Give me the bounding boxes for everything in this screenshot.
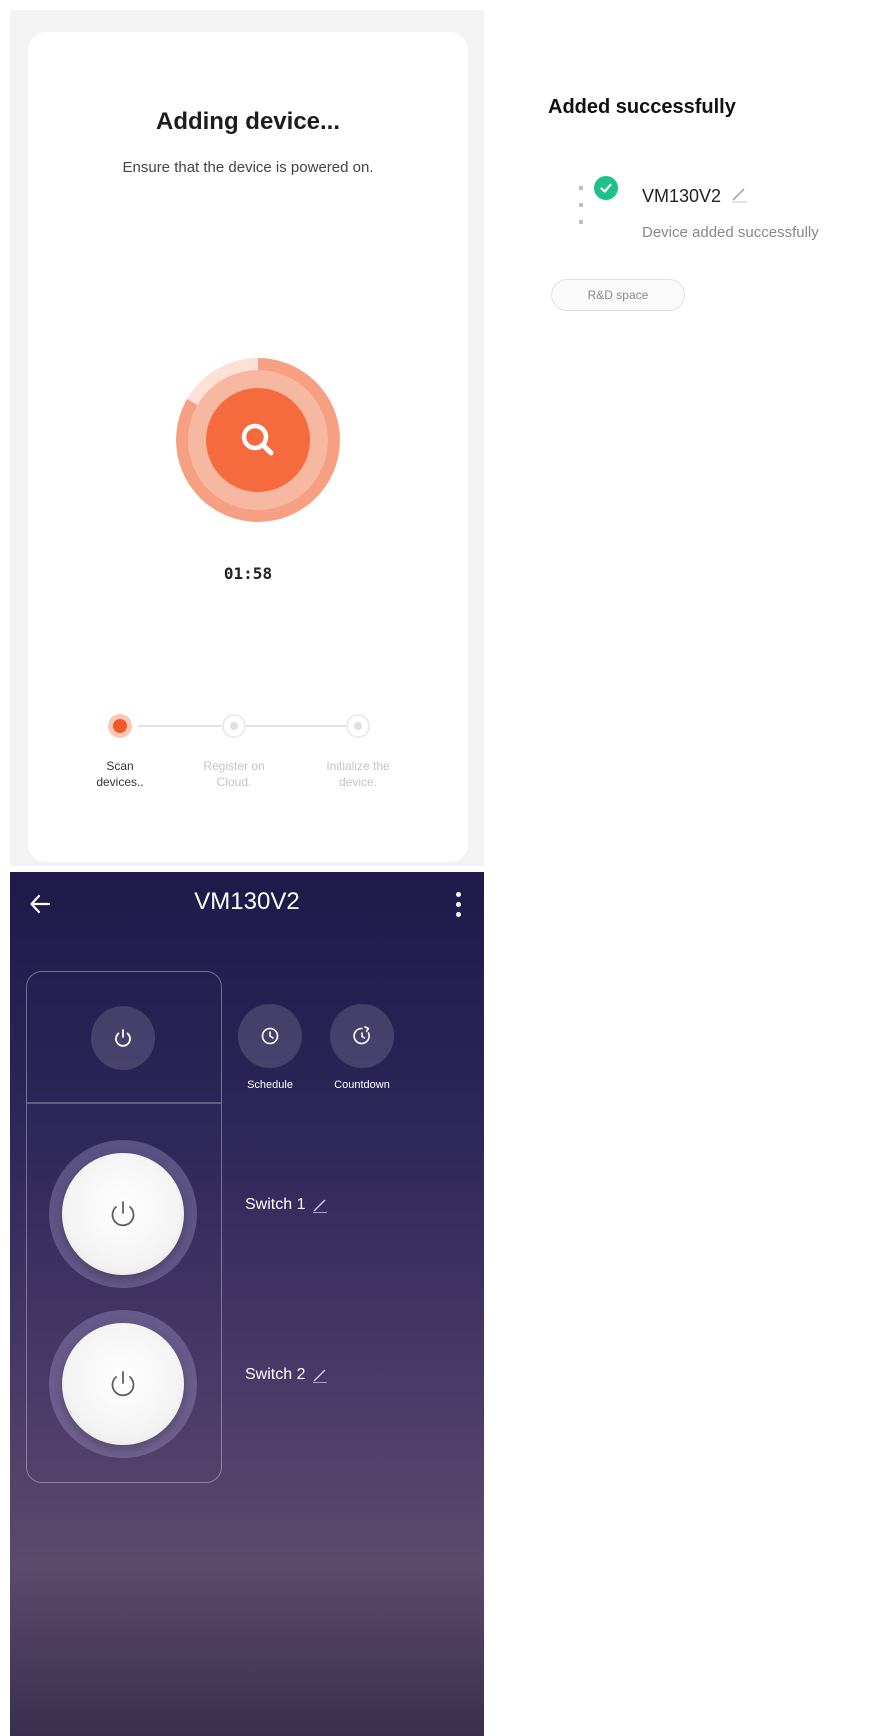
steps-connector [138,725,368,727]
step-initialize-indicator [346,714,370,738]
device-name: VM130V2 [642,186,722,206]
countdown-label: Countdown [334,1079,390,1091]
adding-device-screen: Adding device... Ensure that the device … [10,10,484,866]
schedule-button[interactable] [238,1004,302,1068]
switch-2-button[interactable] [49,1310,197,1458]
power-icon [111,1371,135,1397]
master-power-button[interactable] [91,1006,155,1070]
switch-2-label: Switch 2 [245,1366,306,1383]
device-control-screen: VM130V2 Schedule Countdown Switch 1 Swit… [10,872,484,1736]
switch-2-label-row[interactable]: Switch 2 [245,1366,329,1384]
room-chip[interactable]: R&D space [551,279,685,311]
countdown-timer: 01:58 [223,564,273,583]
switch-1-label-row[interactable]: Switch 1 [245,1196,329,1214]
power-icon [111,1201,135,1227]
pencil-icon [313,1369,328,1383]
step-register-label: Register on Cloud. [203,759,265,789]
countdown-icon [353,1026,370,1045]
step-scan-label: Scan devices.. [96,759,144,789]
switch-1-button[interactable] [49,1140,197,1288]
switch-1-label: Switch 1 [245,1196,306,1213]
scan-radar [176,358,340,522]
switch-panel [26,971,222,1483]
pencil-icon[interactable] [729,184,749,209]
step-scan-indicator [108,714,132,738]
schedule-label: Schedule [247,1079,293,1091]
more-vertical-icon[interactable] [446,886,470,922]
step-initialize-label: Initialize the device. [326,759,390,789]
device-name-row[interactable]: VM130V2 [642,184,749,209]
success-title: Added successfully [548,96,736,118]
step-register-indicator [222,714,246,738]
device-image [574,180,588,230]
search-icon [206,388,310,492]
device-title: VM130V2 [194,888,300,915]
countdown-button[interactable] [330,1004,394,1068]
panel-divider [27,1102,221,1104]
adding-subtitle: Ensure that the device is powered on. [122,159,374,176]
adding-title: Adding device... [155,108,341,135]
clock-icon [261,1027,279,1045]
check-circle-icon [594,176,618,200]
device-status: Device added successfully [642,224,819,241]
adding-device-card: Adding device... Ensure that the device … [28,32,468,862]
power-icon [115,1029,131,1047]
pencil-icon [313,1199,328,1213]
